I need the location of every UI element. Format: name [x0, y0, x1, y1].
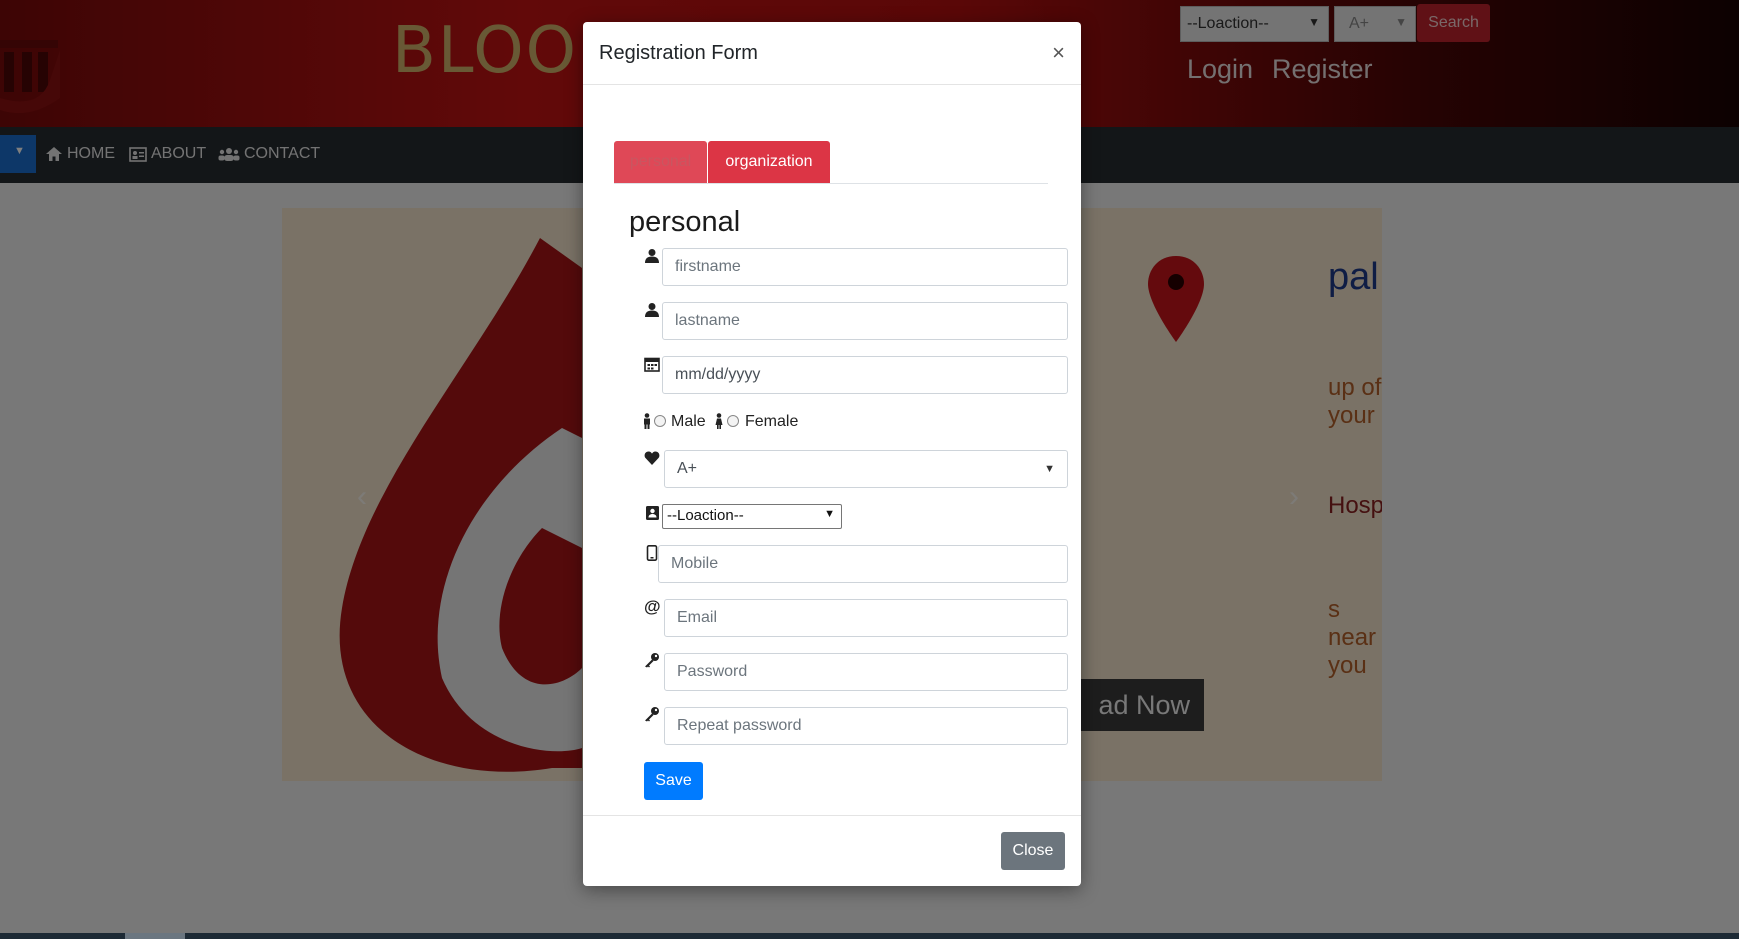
male-icon [644, 413, 650, 429]
user-icon [645, 303, 659, 317]
female-icon [715, 413, 723, 429]
dob-input[interactable]: mm/dd/yyyy [662, 356, 1068, 394]
scrollbar-thumb[interactable] [125, 933, 185, 939]
gender-female-label: Female [745, 413, 799, 430]
mobile-placeholder: Mobile [671, 555, 719, 572]
close-button[interactable]: Close [1001, 832, 1065, 870]
repeat-password-placeholder: Repeat password [677, 717, 802, 734]
password-placeholder: Password [677, 663, 748, 680]
email-input[interactable]: Email [664, 599, 1068, 637]
lastname-placeholder: lastname [675, 312, 740, 329]
chevron-down-icon: ▼ [824, 508, 835, 520]
firstname-input[interactable]: firstname [662, 248, 1068, 286]
gender-female-radio[interactable] [727, 415, 739, 427]
at-icon: @ [644, 597, 661, 616]
gender-male-label: Male [671, 413, 706, 430]
blood-group-value: A+ [677, 460, 698, 477]
firstname-placeholder: firstname [675, 258, 741, 275]
modal-title: Registration Form [599, 42, 758, 64]
mobile-input[interactable]: Mobile [658, 545, 1068, 583]
modal-footer-divider [583, 815, 1081, 816]
blood-group-field[interactable]: A+ ▼ [664, 450, 1068, 488]
close-icon[interactable]: × [1052, 40, 1065, 66]
location-value: --Loaction-- [667, 507, 744, 524]
key-icon [645, 653, 659, 668]
calendar-icon [644, 357, 660, 372]
location-field[interactable]: --Loaction-- ▼ [662, 504, 842, 529]
email-placeholder: Email [677, 609, 718, 626]
user-icon [645, 249, 659, 263]
dob-placeholder: mm/dd/yyyy [675, 366, 761, 383]
chevron-down-icon: ▼ [1044, 463, 1055, 475]
section-title: personal [629, 206, 741, 238]
tab-personal[interactable]: personal [614, 141, 707, 183]
address-book-icon [646, 506, 659, 520]
lastname-input[interactable]: lastname [662, 302, 1068, 340]
modal-header: Registration Form × [583, 22, 1081, 85]
key-icon [645, 707, 659, 722]
horizontal-scrollbar[interactable] [0, 933, 1739, 939]
form-tabs: personal organization [614, 141, 1048, 184]
registration-modal: Registration Form × personal organizatio… [583, 22, 1081, 886]
tab-organization[interactable]: organization [708, 141, 830, 183]
password-input[interactable]: Password [664, 653, 1068, 691]
gender-male-radio[interactable] [654, 415, 666, 427]
repeat-password-input[interactable]: Repeat password [664, 707, 1068, 745]
heart-icon [644, 451, 660, 465]
save-button[interactable]: Save [644, 762, 703, 800]
